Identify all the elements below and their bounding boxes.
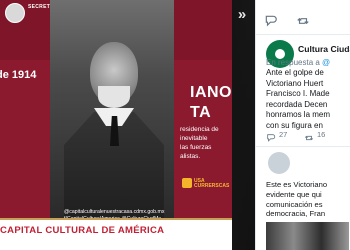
poster-logo: USA CURRERSCAS	[182, 178, 229, 196]
retweet-icon[interactable]	[296, 14, 310, 28]
poster-description-line: las fuerzas	[180, 144, 212, 151]
reply-icon[interactable]	[264, 14, 278, 28]
reply-context: En respuesta a @	[266, 58, 330, 67]
tweet-text-line: comunicación es	[266, 199, 323, 209]
reply-mention-link[interactable]: @	[322, 58, 330, 67]
tweet-text-line: honramos la mem	[266, 110, 331, 119]
tweet-text-line: Ante el golpe de	[266, 68, 324, 77]
tweet-text-line: Francisco I. Made	[266, 89, 330, 98]
portrait-photo	[50, 0, 174, 222]
retweet-icon[interactable]	[304, 130, 314, 141]
divider	[256, 34, 350, 35]
tweet-text-line: evidente que qui	[266, 189, 322, 199]
logo-text-line: CURRERSCAS	[194, 183, 230, 189]
tweet-author[interactable]: Cultura Ciudad	[298, 44, 350, 54]
reply-prefix: En respuesta a	[266, 58, 320, 67]
tweet-text-line: recordada Decen	[266, 99, 328, 109]
tweet-text: Este es Victoriano evidente que qui comu…	[266, 180, 349, 219]
poster-footer-text: CAPITAL CULTURAL DE AMÉRICA	[0, 225, 165, 236]
tweet-text-line: democracia, Fran	[266, 209, 326, 219]
tweet-text-line: Victoriano Huert	[266, 78, 324, 88]
top-tweet-actions	[264, 14, 350, 28]
divider	[256, 146, 350, 147]
tweet-text: Ante el golpe de Victoriano Huert Franci…	[266, 68, 349, 131]
poster-description: residencia de inevitable las fuerzas ali…	[180, 125, 232, 161]
image-viewer: SECRETARÍA DE CULTURA de 1914 IANO TA re…	[0, 0, 255, 250]
viewer-edge-fade	[232, 0, 255, 250]
tweet-media-thumbnail[interactable]	[266, 222, 349, 250]
portrait-beard	[98, 86, 130, 108]
poster-name-line-2: TA	[190, 104, 212, 121]
tweet-text-line: Este es Victoriano	[266, 180, 328, 189]
poster-name-line-1: IANO	[190, 84, 232, 101]
poster-description-line: inevitable	[180, 135, 208, 142]
poster-date: de 1914	[0, 69, 37, 81]
reply-icon[interactable]	[266, 130, 276, 142]
poster-image[interactable]: SECRETARÍA DE CULTURA de 1914 IANO TA re…	[0, 0, 232, 250]
tweet-thread-panel: Cultura Ciudad En respuesta a @ Ante el …	[255, 0, 350, 250]
retweet-count: 16	[317, 130, 326, 139]
poster-description-line: alistas.	[180, 153, 201, 160]
government-seal-icon	[5, 3, 25, 23]
logo-mark-icon	[182, 178, 192, 188]
poster-description-line: residencia de	[180, 126, 219, 133]
chevron-double-right-icon[interactable]: »	[235, 7, 249, 22]
tweet-actions: 27 16	[266, 130, 346, 142]
reply-count: 27	[279, 130, 288, 139]
logo-text: USA CURRERSCAS	[194, 179, 229, 189]
avatar[interactable]	[268, 152, 290, 174]
